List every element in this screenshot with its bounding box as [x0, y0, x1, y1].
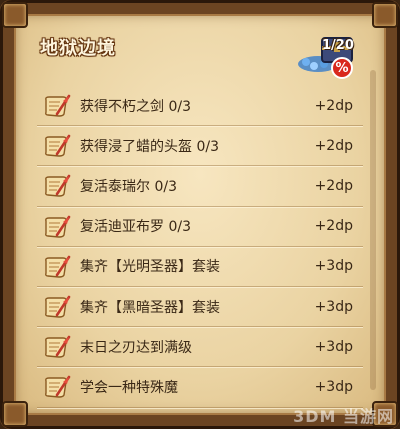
achievement-reward: +2dp	[314, 137, 353, 154]
achievement-row[interactable]: 集齐【光明圣器】套装 +3dp	[37, 247, 363, 287]
achievement-label: 获得不朽之剑 0/3	[80, 98, 191, 115]
achievement-row[interactable]: 末日之刃达到满级 +3dp	[37, 327, 363, 368]
achievement-label: 学会一种特殊魔	[80, 379, 178, 396]
scroll-quill-icon	[43, 375, 71, 399]
scroll-quill-icon	[43, 295, 71, 319]
achievement-row[interactable]: 集齐【黑暗圣器】套装 +3dp	[37, 287, 363, 328]
scroll-quill-icon	[43, 174, 71, 198]
corner-ornament	[372, 2, 398, 28]
achievement-label: 末日之刃达到满级	[80, 339, 192, 356]
achievement-label: 复活迪亚布罗 0/3	[80, 219, 191, 236]
scroll-quill-icon	[43, 134, 71, 158]
achievement-reward: +3dp	[314, 338, 353, 355]
achievement-row[interactable]: 获得不朽之剑 0/3 +2dp	[37, 86, 363, 127]
achievement-label: 集齐【光明圣器】套装	[80, 259, 220, 276]
corner-ornament	[2, 2, 28, 28]
scroll-quill-icon	[43, 94, 71, 118]
achievement-label: 集齐【黑暗圣器】套装	[80, 299, 220, 316]
watermark: 3DM 当游网	[293, 407, 394, 426]
corner-ornament	[2, 401, 28, 427]
achievement-row[interactable]: 复活迪亚布罗 0/3 +2dp	[37, 207, 363, 247]
achievement-reward: +3dp	[314, 378, 353, 395]
achievement-row[interactable]: 获得浸了蜡的头盔 0/3 +2dp	[37, 126, 363, 167]
panel-title: 地狱边境	[40, 38, 116, 59]
achievement-progress: 1/20	[322, 38, 354, 53]
scroll-quill-icon	[43, 215, 71, 239]
achievement-row[interactable]: 复活泰瑞尔 0/3 +2dp	[37, 166, 363, 207]
achievement-list: 获得不朽之剑 0/3 +2dp 获得浸了蜡的头盔 0/3 +2dp 复活泰瑞尔 0/3 +…	[37, 86, 363, 408]
achievement-reward: +2dp	[314, 218, 353, 235]
scroll-quill-icon	[43, 255, 71, 279]
achievement-row[interactable]: 学会一种特殊魔 +3dp	[37, 367, 363, 408]
achievement-reward: +3dp	[314, 258, 353, 275]
list-scrollbar[interactable]	[370, 70, 376, 390]
achievement-reward: +3dp	[314, 298, 353, 315]
achievement-label: 获得浸了蜡的头盔 0/3	[80, 138, 219, 155]
achievement-reward: +2dp	[314, 177, 353, 194]
scroll-quill-icon	[43, 335, 71, 359]
achievement-label: 复活泰瑞尔 0/3	[80, 178, 177, 195]
percent-badge: %	[331, 57, 353, 79]
achievement-reward: +2dp	[314, 97, 353, 114]
